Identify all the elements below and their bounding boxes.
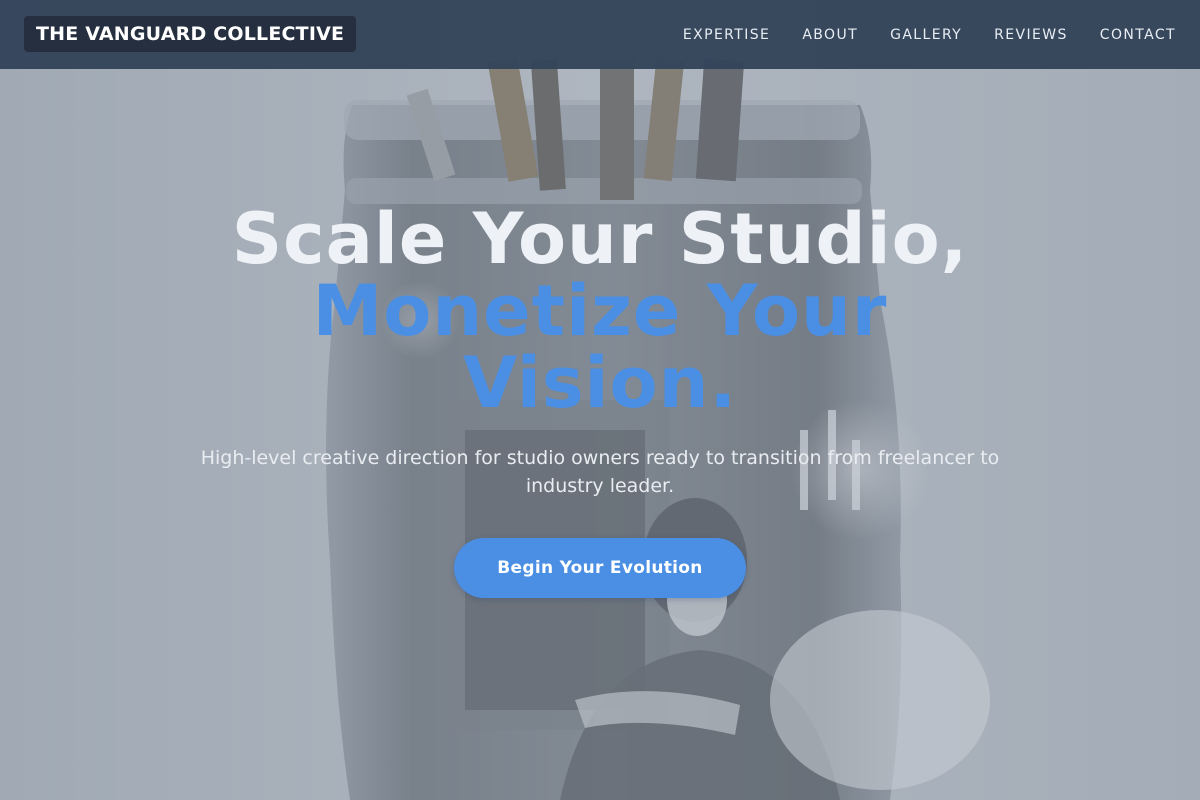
site-logo[interactable]: THE VANGUARD COLLECTIVE [24, 16, 357, 52]
hero-title-line1: Scale Your Studio, [231, 198, 969, 280]
hero-title-line2: Monetize Your Vision. [312, 270, 888, 424]
page: THE VANGUARD COLLECTIVE EXPERTISE ABOUT … [0, 0, 1200, 800]
nav-link-reviews[interactable]: REVIEWS [994, 27, 1068, 43]
begin-evolution-button[interactable]: Begin Your Evolution [454, 538, 746, 598]
nav-link-gallery[interactable]: GALLERY [890, 27, 962, 43]
main-nav: EXPERTISE ABOUT GALLERY REVIEWS CONTACT [683, 0, 1176, 69]
nav-link-about[interactable]: ABOUT [802, 27, 858, 43]
hero-title: Scale Your Studio, Monetize Your Vision. [0, 203, 1200, 419]
site-header: THE VANGUARD COLLECTIVE EXPERTISE ABOUT … [0, 0, 1200, 69]
hero-subtitle: High-level creative direction for studio… [200, 447, 1000, 497]
nav-link-contact[interactable]: CONTACT [1100, 27, 1176, 43]
nav-link-expertise[interactable]: EXPERTISE [683, 27, 770, 43]
